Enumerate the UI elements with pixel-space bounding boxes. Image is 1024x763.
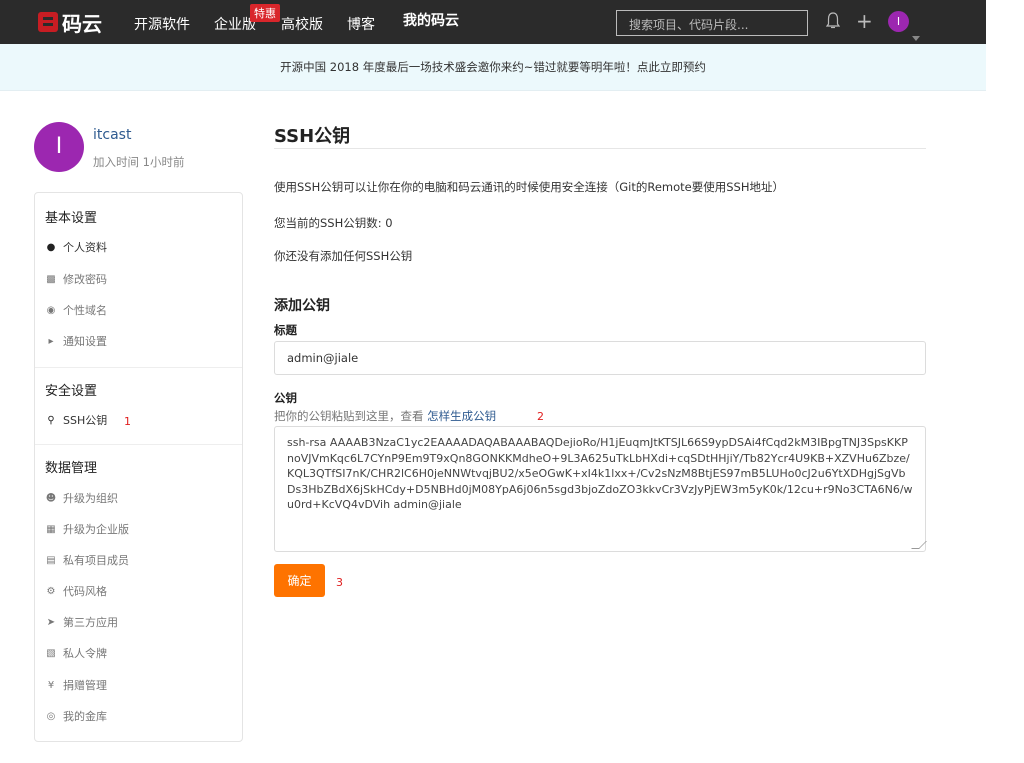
sidebar-item-third-party-apps[interactable]: ➤ 第三方应用 (45, 614, 118, 630)
nav-open-source[interactable]: 开源软件 (134, 14, 190, 34)
top-navbar: 码云 开源软件 企业版 特惠 高校版 博客 我的码云 搜索项目、代码片段... … (0, 0, 986, 44)
divider (35, 444, 242, 445)
nav-university[interactable]: 高校版 (281, 14, 323, 34)
sidebar-item-password[interactable]: ▩ 修改密码 (45, 271, 107, 287)
ssh-description: 使用SSH公钥可以让你在你的电脑和码云通讯的时候使用安全连接（Git的Remot… (274, 180, 784, 194)
key-label: 公钥 (274, 391, 297, 405)
group-icon: ☻ (45, 492, 57, 504)
coins-icon: ◎ (46, 710, 56, 722)
resize-handle[interactable] (911, 541, 927, 549)
annotation-2: 2 (537, 410, 544, 423)
sidebar-item-private-tokens[interactable]: ▧ 私人令牌 (45, 645, 107, 661)
sidebar-item-profile[interactable]: ● 个人资料 (45, 239, 107, 255)
user-icon: ● (46, 241, 56, 253)
chevron-down-icon[interactable] (912, 36, 920, 41)
compass-icon: ◉ (46, 304, 56, 316)
sidebar-item-upgrade-org[interactable]: ☻ 升级为组织 (45, 490, 118, 506)
add-key-title: 添加公钥 (274, 298, 330, 314)
sidebar-item-private-members[interactable]: ▤ 私有项目成员 (45, 552, 129, 568)
group-title-security: 安全设置 (45, 384, 98, 399)
hot-badge: 特惠 (250, 4, 280, 22)
sidebar-item-domain[interactable]: ◉ 个性域名 (45, 302, 107, 318)
user-avatar[interactable]: I (888, 11, 909, 32)
nav-blog[interactable]: 博客 (347, 14, 375, 34)
page-title: SSH公钥 (274, 126, 351, 147)
annotation-1: 1 (124, 415, 131, 428)
logo-mark-icon (38, 12, 58, 32)
key-icon: ⚲ (47, 414, 55, 426)
sidebar-item-code-style[interactable]: ⚙ 代码风格 (45, 583, 107, 599)
divider (35, 367, 242, 368)
group-title-basic: 基本设置 (45, 211, 98, 226)
search-input[interactable]: 搜索项目、代码片段... (616, 10, 808, 36)
how-to-generate-key-link[interactable]: 怎样生成公钥 (427, 409, 496, 423)
volume-icon: ▸ (48, 335, 54, 347)
sidebar-item-ssh-keys[interactable]: ⚲ SSH公钥 (45, 412, 107, 428)
profile-join-time: 加入时间 1小时前 (93, 155, 185, 169)
key-hint: 把你的公钥粘贴到这里，查看 怎样生成公钥 (274, 409, 497, 423)
ssh-key-count: 您当前的SSH公钥数: 0 (274, 216, 393, 230)
group-title-data: 数据管理 (45, 461, 98, 476)
promo-banner[interactable]: 开源中国 2018 年度最后一场技术盛会邀你来约~错过就要等明年啦！点此立即预约 (0, 44, 986, 91)
file-icon: ▤ (46, 554, 56, 566)
ssh-empty-message: 你还没有添加任何SSH公钥 (274, 249, 413, 263)
logo[interactable]: 码云 (38, 10, 102, 36)
yen-icon: ¥ (47, 679, 55, 691)
send-icon: ➤ (46, 616, 56, 628)
key-title-input[interactable]: admin@jiale (274, 341, 926, 375)
nav-my-gitee[interactable]: 我的码云 (403, 10, 459, 30)
annotation-3: 3 (336, 576, 343, 589)
bell-icon[interactable] (826, 12, 840, 30)
divider (274, 148, 926, 149)
lock-icon: ▩ (46, 273, 56, 285)
title-label: 标题 (274, 323, 297, 337)
building-icon: ▦ (46, 523, 56, 535)
sidebar-item-upgrade-enterprise[interactable]: ▦ 升级为企业版 (45, 521, 129, 537)
plus-icon[interactable]: + (856, 11, 873, 31)
sidebar-item-vault[interactable]: ◎ 我的金库 (45, 708, 107, 724)
bank-icon: ▧ (46, 647, 56, 659)
sidebar-item-notifications[interactable]: ▸ 通知设置 (45, 333, 107, 349)
profile-name[interactable]: itcast (93, 127, 131, 143)
confirm-button[interactable]: 确定 (274, 564, 325, 597)
public-key-textarea[interactable]: ssh-rsa AAAAB3NzaC1yc2EAAAADAQABAAABAQDe… (274, 426, 927, 552)
logo-text: 码云 (62, 11, 102, 36)
profile-avatar: I (34, 122, 84, 172)
sidebar-item-donations[interactable]: ¥ 捐赠管理 (45, 677, 107, 693)
cogs-icon: ⚙ (46, 585, 56, 597)
settings-sidebar: 基本设置 ● 个人资料 ▩ 修改密码 ◉ 个性域名 ▸ 通知设置 安全设置 ⚲ … (34, 192, 243, 742)
